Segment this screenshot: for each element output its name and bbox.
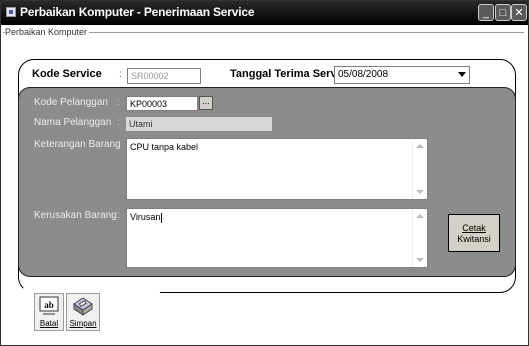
scroll-down-icon[interactable] xyxy=(416,258,424,262)
tanggal-value: 05/08/2008 xyxy=(338,69,389,80)
kode-service-input[interactable]: SR00002 xyxy=(127,68,201,84)
kode-service-label: Kode Service xyxy=(32,68,102,80)
window-content: Perbaikan Komputer Kode Service : SR0000… xyxy=(1,25,528,345)
app-icon xyxy=(6,7,16,17)
scroll-down-icon[interactable] xyxy=(416,190,424,194)
kerusakan-scrollbar[interactable] xyxy=(412,209,427,267)
cetak-label: Cetak xyxy=(462,223,486,233)
kode-pelanggan-colon: : xyxy=(117,97,120,108)
batal-button[interactable]: ab Batal xyxy=(34,293,64,331)
disk-icon xyxy=(73,297,93,316)
lookup-pelanggan-button[interactable]: ... xyxy=(199,96,213,110)
kerusakan-label: Kerusakan Barang xyxy=(34,210,117,221)
nama-pelanggan-colon: : xyxy=(117,117,120,128)
kerusakan-colon: : xyxy=(117,210,120,221)
fieldset-label: Perbaikan Komputer xyxy=(5,27,90,37)
cetak-kwitansi-button[interactable]: Cetak Kwitansi xyxy=(448,214,500,252)
window-title: Perbaikan Komputer - Penerimaan Service xyxy=(20,5,255,19)
main-window: Perbaikan Komputer - Penerimaan Service … xyxy=(0,0,529,346)
chevron-down-icon[interactable] xyxy=(458,72,466,77)
keterangan-scrollbar[interactable] xyxy=(412,139,427,199)
keterangan-colon: : xyxy=(117,139,120,150)
kode-pelanggan-input[interactable]: KP00003 xyxy=(126,96,198,111)
kerusakan-text: Virusan xyxy=(130,212,161,222)
batal-label: Batal xyxy=(39,319,59,328)
keterangan-label: Keterangan Barang xyxy=(34,139,121,150)
close-button[interactable]: ✕ xyxy=(511,4,527,21)
tanggal-date-picker[interactable]: 05/08/2008 xyxy=(334,66,470,84)
simpan-label: Simpan xyxy=(69,319,97,328)
kerusakan-textarea[interactable]: Virusan xyxy=(126,208,428,268)
minimize-button[interactable]: _ xyxy=(478,4,494,21)
ab-text-icon: ab xyxy=(39,296,59,315)
kode-pelanggan-label: Kode Pelanggan xyxy=(34,97,108,108)
scroll-up-icon[interactable] xyxy=(416,214,424,218)
nama-pelanggan-field: Utami xyxy=(126,117,272,131)
keterangan-textarea[interactable]: CPU tanpa kabel xyxy=(126,138,428,200)
keterangan-text: CPU tanpa kabel xyxy=(130,142,199,152)
title-bar: Perbaikan Komputer - Penerimaan Service … xyxy=(1,1,528,25)
simpan-button[interactable]: Simpan xyxy=(66,293,100,331)
kwitansi-label: Kwitansi xyxy=(457,234,491,244)
kode-service-colon: : xyxy=(119,69,122,80)
nama-pelanggan-label: Nama Pelanggan xyxy=(34,117,112,128)
text-caret xyxy=(161,212,163,223)
svg-text:ab: ab xyxy=(44,300,54,310)
maximize-button[interactable]: □ xyxy=(495,4,511,21)
scroll-up-icon[interactable] xyxy=(416,144,424,148)
